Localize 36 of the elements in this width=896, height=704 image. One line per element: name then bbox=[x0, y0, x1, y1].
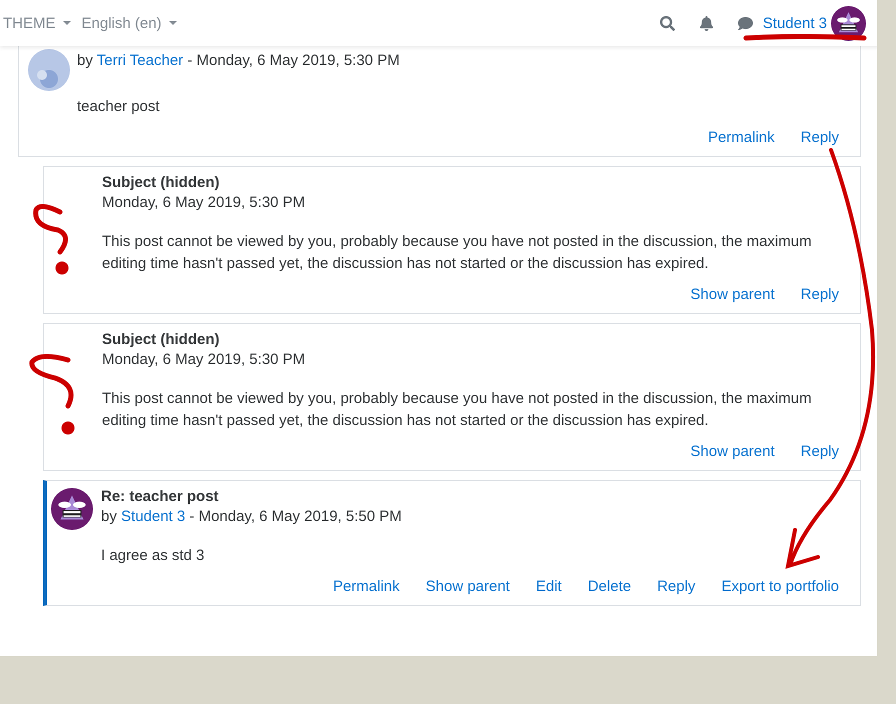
user-avatar bbox=[831, 6, 866, 40]
post-byline: by Student 3 - Monday, 6 May 2019, 5:50 PM bbox=[101, 507, 403, 527]
chat-bubble-icon[interactable] bbox=[738, 16, 753, 30]
post-action-link[interactable]: Reply bbox=[800, 285, 839, 305]
post-byline: by Terri Teacher - Monday, 6 May 2019, 5:30 PM bbox=[77, 51, 401, 71]
search-icon[interactable] bbox=[660, 16, 675, 30]
dropdown-menu[interactable]: THEME bbox=[0, 14, 78, 32]
user-menu-link[interactable]: Student 3 bbox=[762, 14, 827, 32]
post-subject: Subject (hidden) bbox=[102, 330, 220, 350]
post-action-link[interactable]: Delete bbox=[588, 577, 632, 597]
caret-icon bbox=[168, 21, 177, 25]
post-subject: Re: teacher post bbox=[101, 487, 220, 507]
post-body: This post cannot be viewed by you, probably because you have not posted in the discussion, the maximum editing time hasn't passed yet, the discussion has not started or the discussion has expired. bbox=[102, 232, 813, 274]
post-date: Monday, 6 May 2019, 5:30 PM bbox=[102, 350, 306, 370]
post-action-link[interactable]: Reply bbox=[800, 442, 839, 462]
post-action-link[interactable]: Permalink bbox=[332, 577, 400, 597]
post-action-link[interactable]: Edit bbox=[536, 577, 562, 597]
post-body: teacher post bbox=[77, 97, 161, 117]
dropdown-menu[interactable]: English (en) bbox=[78, 14, 185, 32]
post-action-link[interactable]: Permalink bbox=[708, 128, 775, 148]
post-action-link[interactable]: Export to portfolio bbox=[721, 577, 839, 597]
post-action-link[interactable]: Show parent bbox=[426, 577, 510, 597]
post-body: I agree as std 3 bbox=[101, 546, 206, 566]
author-link[interactable]: Student 3 bbox=[121, 508, 186, 525]
post-date: Monday, 6 May 2019, 5:30 PM bbox=[102, 193, 306, 213]
author-link[interactable]: Terri Teacher bbox=[96, 52, 184, 69]
post-subject: Subject (hidden) bbox=[102, 173, 220, 193]
user-avatar bbox=[51, 488, 93, 530]
post-action-link[interactable]: Reply bbox=[800, 128, 839, 148]
post-action-link[interactable]: Show parent bbox=[690, 442, 775, 462]
question-mark-drawing bbox=[33, 204, 68, 274]
caret-icon bbox=[62, 21, 70, 25]
post-action-link[interactable]: Reply bbox=[657, 577, 696, 597]
bell-icon[interactable] bbox=[698, 16, 714, 30]
post-body: This post cannot be viewed by you, probably because you have not posted in the discussion, the maximum editing time hasn't passed yet, the discussion has not started or the discussion has expired. bbox=[102, 389, 813, 431]
post-action-link[interactable]: Show parent bbox=[690, 285, 775, 305]
